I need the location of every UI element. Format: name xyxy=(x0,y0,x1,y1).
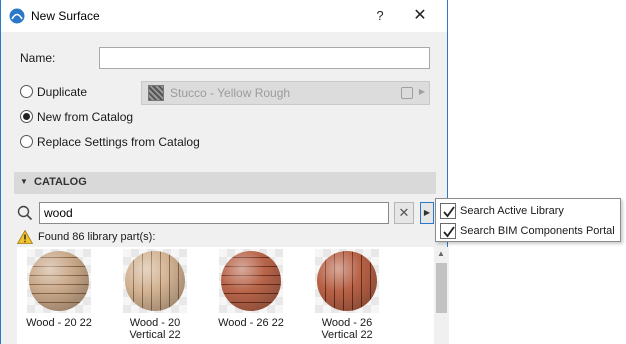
new-from-catalog-label: New from Catalog xyxy=(37,110,134,124)
clear-search-button[interactable]: ✕ xyxy=(394,202,414,224)
material-thumbnail xyxy=(219,249,283,313)
close-button[interactable]: ✕ xyxy=(407,4,433,28)
results-scrollbar[interactable]: ▲ xyxy=(434,247,449,344)
scroll-up-icon[interactable]: ▲ xyxy=(437,249,445,258)
catalog-item-label: Wood - 26 22 xyxy=(209,317,293,329)
archicad-app-icon xyxy=(9,8,25,24)
collapse-triangle-icon: ▼ xyxy=(20,177,28,186)
material-thumbnail xyxy=(27,249,91,313)
catalog-item-name: Wood - 26 xyxy=(321,317,373,329)
new-from-catalog-radio[interactable] xyxy=(20,110,33,123)
catalog-section-header[interactable]: ▼ CATALOG xyxy=(14,172,436,194)
search-options-button[interactable]: ▶ xyxy=(420,202,434,224)
search-options-menu: Search Active Library Search BIM Compone… xyxy=(435,198,621,242)
wood-sphere-icon xyxy=(125,251,185,311)
catalog-item-label: Wood - 20 Vertical 22 xyxy=(113,317,197,341)
window-title: New Surface xyxy=(31,9,100,23)
new-surface-dialog: New Surface ? ✕ Name: Duplicate Stucco -… xyxy=(0,0,449,344)
name-input[interactable] xyxy=(99,47,430,69)
catalog-item-subname: Vertical 22 xyxy=(129,329,181,341)
catalog-item-name: Wood - 20 22 xyxy=(26,317,92,329)
checkmark-icon xyxy=(443,226,455,238)
catalog-item-label: Wood - 26 Vertical 22 xyxy=(305,317,389,341)
scrollbar-thumb[interactable] xyxy=(436,263,447,313)
surface-name: Stucco - Yellow Rough xyxy=(170,86,291,100)
results-count-text: Found 86 library part(s): xyxy=(38,231,156,243)
menu-item-search-bim-portal[interactable]: Search BIM Components Portal xyxy=(436,221,620,241)
duplicate-surface-picker: Stucco - Yellow Rough ▶ xyxy=(141,81,430,105)
checkmark-icon xyxy=(443,206,455,218)
catalog-results-grid: Wood - 20 22 Wood - 20 Vertical 22 Wood - 2… xyxy=(17,247,449,344)
duplicate-label: Duplicate xyxy=(37,85,88,99)
warning-icon xyxy=(17,230,33,244)
title-bar: New Surface ? ✕ xyxy=(1,0,447,32)
catalog-item-name: Wood - 26 22 xyxy=(218,317,284,329)
replace-settings-radio[interactable] xyxy=(20,135,33,148)
material-thumbnail xyxy=(315,249,379,313)
search-icon xyxy=(17,205,33,221)
catalog-search-input[interactable] xyxy=(39,202,389,224)
name-label: Name: xyxy=(20,51,56,65)
menu-item-search-active-library[interactable]: Search Active Library xyxy=(436,201,620,221)
menu-item-label: Search Active Library xyxy=(460,205,564,217)
surface-swatch-icon xyxy=(148,85,164,101)
catalog-item-label: Wood - 20 22 xyxy=(17,317,101,329)
wood-sphere-icon xyxy=(221,251,281,311)
material-thumbnail xyxy=(123,249,187,313)
help-button[interactable]: ? xyxy=(367,4,393,28)
checkbox[interactable] xyxy=(440,203,456,219)
replace-settings-label: Replace Settings from Catalog xyxy=(37,135,200,149)
catalog-item-subname: Vertical 22 xyxy=(321,329,373,341)
catalog-header-label: CATALOG xyxy=(34,176,87,188)
chevron-right-icon: ▶ xyxy=(418,87,425,96)
duplicate-radio[interactable] xyxy=(20,85,33,98)
checkbox[interactable] xyxy=(440,223,456,239)
wood-sphere-icon xyxy=(29,251,89,311)
wood-sphere-icon xyxy=(317,251,377,311)
catalog-item-name: Wood - 20 xyxy=(129,317,181,329)
menu-item-label: Search BIM Components Portal xyxy=(460,225,615,237)
surface-preview-icon xyxy=(401,87,413,99)
